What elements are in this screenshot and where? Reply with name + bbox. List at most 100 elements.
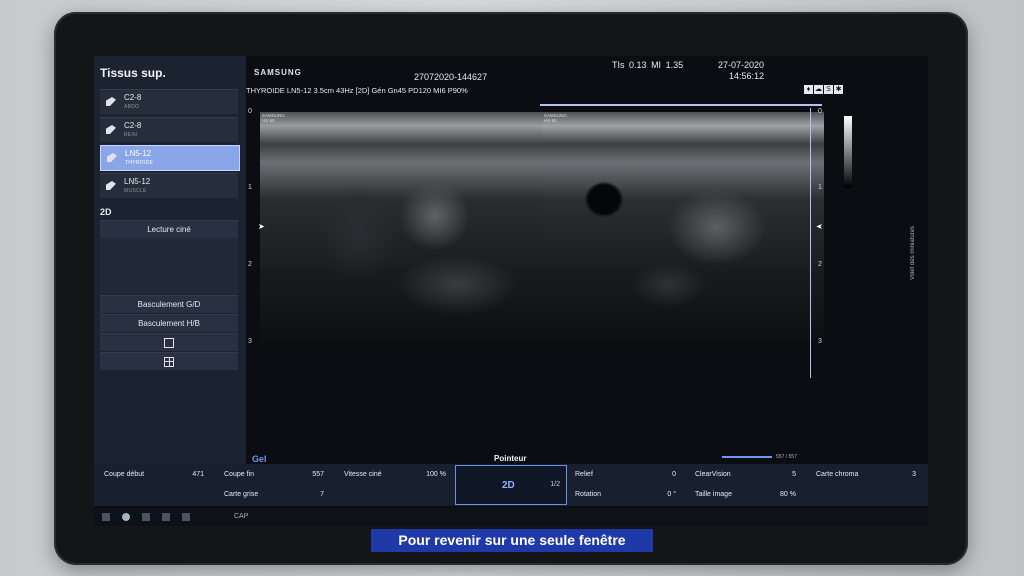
- coupe-fin-label: Coupe fin: [224, 471, 254, 478]
- image-tag-model: HS 50: [544, 118, 557, 123]
- carte-chroma-value[interactable]: 3: [886, 471, 916, 478]
- depth-scale-left: 0 1 2 3: [248, 108, 262, 388]
- probe-preset: THYROIDE: [125, 160, 154, 166]
- ultrasound-image-right[interactable]: SAMSUNG HS 50: [542, 112, 824, 342]
- cine-progress[interactable]: [722, 455, 772, 458]
- datetime: 27-07-2020 14:56:12: [718, 60, 764, 82]
- quad-window-icon: [164, 356, 174, 367]
- usb-icon: [142, 513, 150, 521]
- probe-name: C2-8: [124, 93, 142, 102]
- status-bar: CAP: [94, 508, 928, 526]
- depth-tick: 0: [248, 108, 252, 115]
- active-window-border: [810, 108, 811, 378]
- focus-marker-left-icon: ➤: [258, 222, 265, 231]
- storage-icon: S: [824, 85, 833, 94]
- preset-panel: Tissus sup. C2-8 ABDO C2-8 REIN LN5-12 T…: [94, 56, 246, 466]
- cine-playback-button[interactable]: Lecture ciné: [100, 220, 238, 238]
- probe-ln5-12-muscle[interactable]: LN5-12 MUSCLE: [100, 173, 238, 198]
- probe-icon: [106, 97, 116, 106]
- image-tag: SAMSUNG HS 50: [544, 113, 567, 123]
- focus-marker-right-icon: ➤: [816, 222, 823, 231]
- brand-logo: SAMSUNG: [254, 68, 302, 77]
- rotation-label: Rotation: [575, 491, 602, 498]
- probe-c2-8-abdo[interactable]: C2-8 ABDO: [100, 89, 238, 114]
- probe-icon: [106, 125, 116, 134]
- cine-counter: 557 / 557: [722, 454, 797, 460]
- vitesse-cine-label: Vitesse ciné: [344, 471, 382, 478]
- video-subtitle: Pour revenir sur une seule fenêtre: [371, 529, 653, 552]
- depth-tick: 1: [818, 184, 822, 191]
- patient-id: 27072020-144627: [414, 72, 488, 82]
- depth-tick: 0: [818, 108, 822, 115]
- depth-tick: 2: [818, 261, 822, 268]
- ultrasound-screen: Tissus sup. C2-8 ABDO C2-8 REIN LN5-12 T…: [94, 56, 928, 526]
- panel-spacer: [100, 238, 238, 294]
- depth-tick: 1: [248, 184, 252, 191]
- flip-lr-button[interactable]: Basculement G/D: [100, 295, 238, 313]
- caps-lock-indicator: CAP: [234, 513, 249, 520]
- printer-icon: [162, 513, 170, 521]
- carte-grise-label: Carte grise: [224, 491, 259, 498]
- quad-view-button[interactable]: [100, 352, 238, 370]
- coupe-debut-label: Coupe début: [104, 471, 145, 478]
- tis-label: TIs: [612, 60, 625, 70]
- taille-image-label: Taille image: [695, 491, 732, 498]
- status-icons: ♦ ☁ S ✱: [804, 85, 843, 94]
- probe-c2-8-rein[interactable]: C2-8 REIN: [100, 117, 238, 142]
- freeze-status: Gel: [252, 454, 267, 464]
- probe-name: LN5-12: [125, 149, 152, 158]
- depth-tick: 3: [248, 338, 252, 345]
- vitesse-cine-value[interactable]: 100 %: [416, 471, 446, 478]
- depth-scale-right: 0 1 2 3: [818, 108, 832, 388]
- carte-chroma-label: Carte chroma: [816, 471, 859, 478]
- mi-label: MI: [651, 60, 662, 70]
- image-tag: SAMSUNG HS 50: [262, 113, 285, 123]
- rotation-value[interactable]: 0 °: [646, 491, 676, 498]
- acoustic-indices: TIs 0.13 MI 1.35: [612, 60, 683, 70]
- tis-value: 0.13: [629, 60, 647, 70]
- probe-icon: [107, 153, 117, 162]
- pointer-label: Pointeur: [494, 454, 527, 463]
- mode-2d: 2D: [502, 480, 515, 491]
- grayscale-bar: [844, 116, 852, 188]
- mode-selector[interactable]: 2D 1/2: [455, 465, 567, 505]
- single-view-button[interactable]: [100, 333, 238, 351]
- cloud-icon: ☁: [814, 85, 823, 94]
- coupe-fin-value[interactable]: 557: [294, 471, 324, 478]
- record-icon: [122, 513, 130, 521]
- probe-preset: ABDO: [124, 104, 140, 110]
- probe-preset: MUSCLE: [124, 188, 147, 194]
- probe-name: LN5-12: [124, 177, 151, 186]
- page-indicator[interactable]: 1/2: [550, 481, 560, 488]
- network-icon: [102, 513, 110, 521]
- single-window-icon: [164, 337, 174, 348]
- probe-status-icon: ♦: [804, 85, 813, 94]
- ultrasound-image-left[interactable]: SAMSUNG HS 50: [260, 112, 542, 342]
- mode-label: 2D: [100, 207, 112, 217]
- depth-tick: 3: [818, 338, 822, 345]
- image-tag-model: HS 50: [262, 118, 275, 123]
- cine-frame-count: 557 / 557: [776, 454, 797, 460]
- relief-label: Relief: [575, 471, 593, 478]
- imaging-params: THYROIDE LN5-12 3.5cm 43Hz [2D] Gén Gn45…: [246, 86, 468, 95]
- time: 14:56:12: [729, 71, 765, 81]
- preset-title: Tissus sup.: [100, 66, 166, 80]
- coupe-debut-value[interactable]: 471: [174, 471, 204, 478]
- probe-icon: [106, 181, 116, 190]
- probe-preset: REIN: [124, 132, 138, 138]
- depth-tick: 2: [248, 261, 252, 268]
- keyboard-icon: [182, 513, 190, 521]
- active-window-indicator: [540, 104, 822, 106]
- probe-name: C2-8: [124, 121, 142, 130]
- flip-ud-button[interactable]: Basculement H/B: [100, 314, 238, 332]
- clearvision-label: ClearVision: [695, 471, 731, 478]
- carte-grise-value[interactable]: 7: [294, 491, 324, 498]
- relief-value[interactable]: 0: [646, 471, 676, 478]
- mi-value: 1.35: [665, 60, 684, 70]
- probe-ln5-12-thyroide[interactable]: LN5-12 THYROIDE: [100, 145, 240, 171]
- clearvision-value[interactable]: 5: [766, 471, 796, 478]
- thumbnail-panel-tab[interactable]: Volet des miniatures: [910, 226, 916, 280]
- taille-image-value[interactable]: 80 %: [766, 491, 796, 498]
- date: 27-07-2020: [718, 60, 765, 70]
- settings-icon: ✱: [834, 85, 843, 94]
